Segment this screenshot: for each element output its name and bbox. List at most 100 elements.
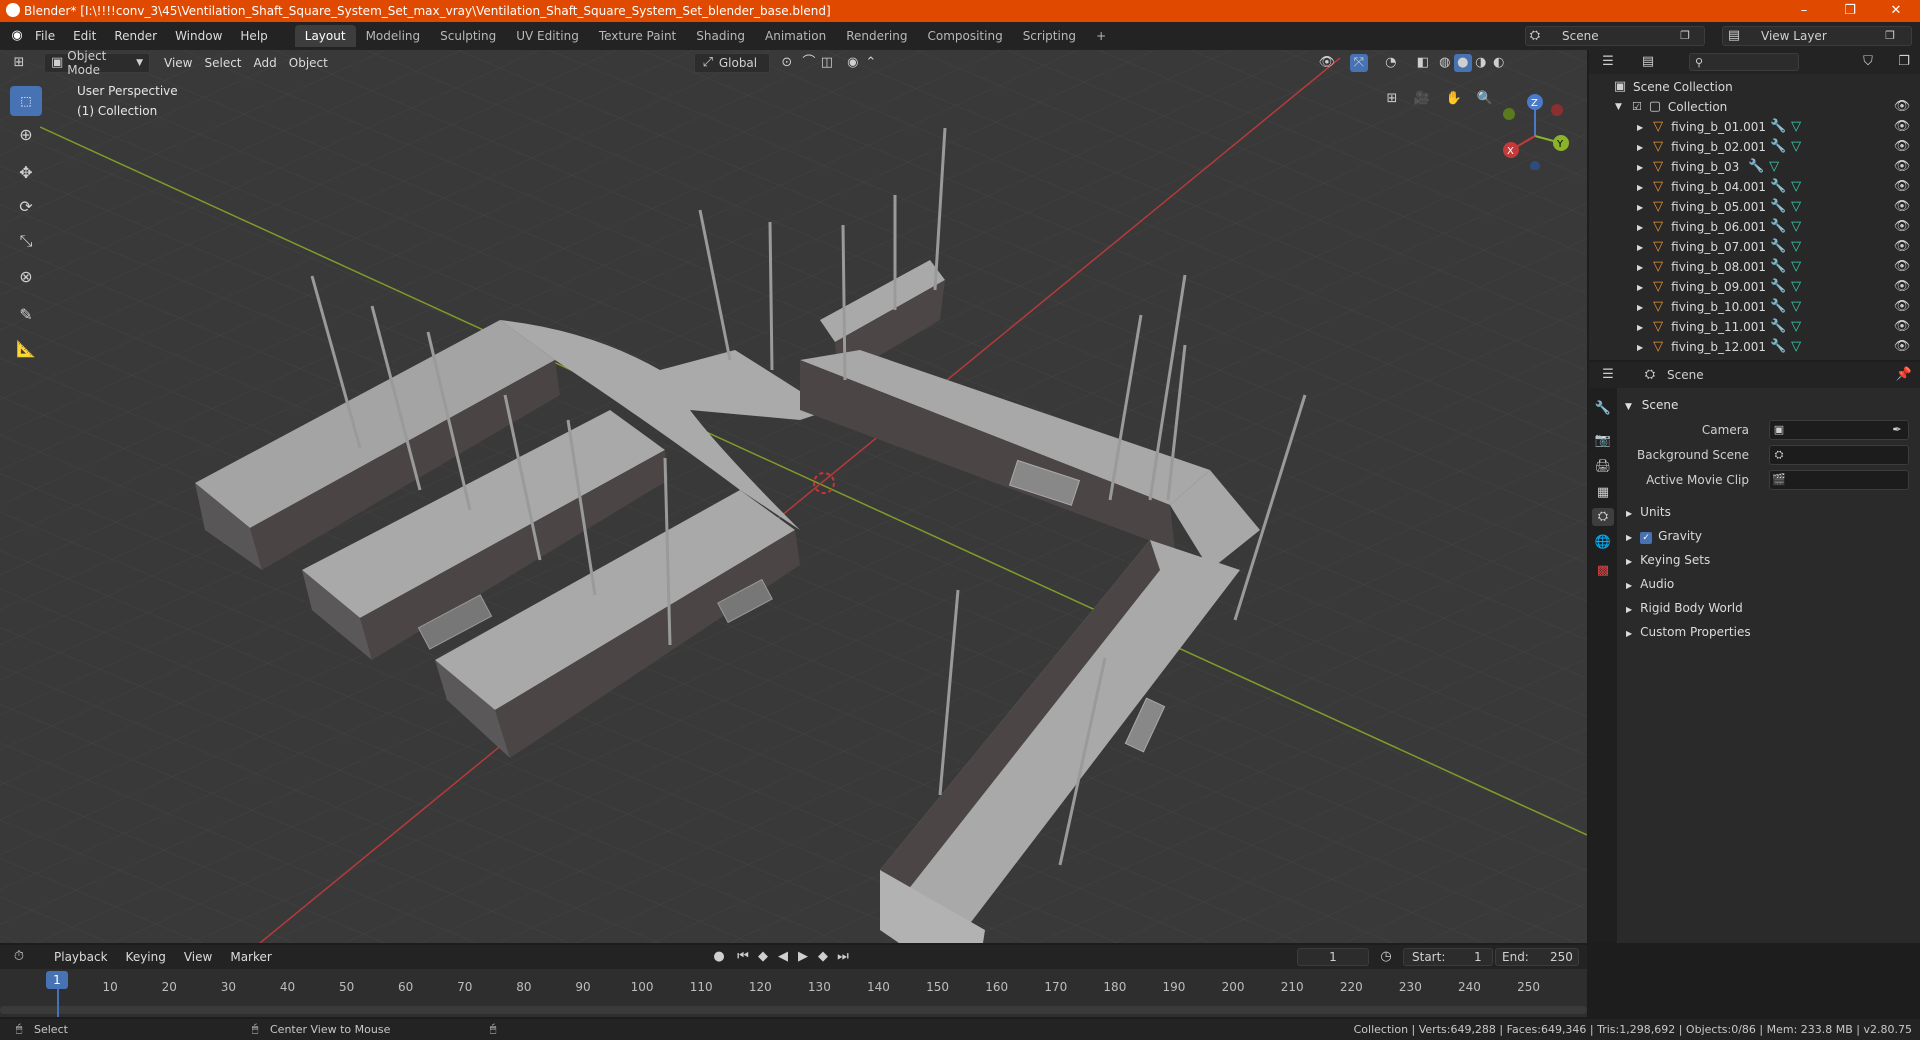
expand-arrow-icon[interactable]: ▶ [1637,203,1643,212]
xray-icon[interactable]: ◧ [1414,54,1432,72]
properties-section-keying-sets[interactable]: ▶ Keying Sets [1626,550,1710,570]
outliner-object-row[interactable]: ▶ ▽ fiving_b_07.001 🔧 ▽ 👁 [1589,237,1919,257]
properties-section-units[interactable]: ▶ Units [1626,502,1671,522]
toggle-grid-icon[interactable]: ⊞ [1383,90,1401,108]
expand-arrow-icon[interactable]: ▶ [1637,243,1643,252]
record-icon[interactable]: ● [710,948,728,966]
play-reverse-icon[interactable]: ◀ [774,948,792,966]
expand-arrow-icon[interactable]: ▶ [1637,343,1643,352]
display-mode-icon[interactable]: ▤ [1639,53,1657,71]
mesh-data-icon[interactable]: ▽ [1787,278,1805,296]
add-workspace-button[interactable]: + [1086,25,1116,47]
mesh-data-icon[interactable]: ▽ [1787,178,1805,196]
tab-rendering[interactable]: Rendering [836,25,917,47]
properties-section-gravity[interactable]: ▶ ✓ Gravity [1626,526,1702,546]
tool-tab-icon[interactable]: 🔧 [1594,400,1612,418]
playhead[interactable]: 1 [46,971,68,989]
outliner-object-row[interactable]: ▶ ▽ fiving_b_06.001 🔧 ▽ 👁 [1589,217,1919,237]
eye-icon[interactable]: 👁 [1893,138,1911,156]
tab-sculpting[interactable]: Sculpting [430,25,506,47]
properties-editor-icon[interactable]: ☰ [1599,366,1617,384]
eye-icon[interactable]: 👁 [1893,98,1911,116]
outliner-object-row[interactable]: ▶ ▽ fiving_b_02.001 🔧 ▽ 👁 [1589,137,1919,157]
editor-type-icon[interactable]: ⊞ [10,54,28,72]
viewport-menu-add[interactable]: Add [248,53,283,73]
modifier-wrench-icon[interactable]: 🔧 [1769,238,1787,256]
camera-field[interactable]: ▣ ✒ [1769,420,1909,440]
new-scene-icon[interactable]: ❐ [1676,27,1694,45]
eye-icon[interactable]: 👁 [1893,158,1911,176]
modifier-wrench-icon[interactable]: 🔧 [1769,338,1787,356]
modifier-wrench-icon[interactable]: 🔧 [1769,298,1787,316]
end-frame-field[interactable]: End: 250 [1495,948,1579,966]
tab-layout[interactable]: Layout [294,25,356,47]
menu-edit[interactable]: Edit [64,25,105,47]
expand-arrow-icon[interactable]: ▶ [1637,183,1643,192]
mesh-data-icon[interactable]: ▽ [1787,338,1805,356]
modifier-wrench-icon[interactable]: 🔧 [1769,258,1787,276]
eye-icon[interactable]: 👁 [1893,238,1911,256]
outliner-object-row[interactable]: ▶ ▽ fiving_b_03 🔧 ▽ 👁 [1589,157,1919,177]
expand-arrow-icon[interactable]: ▶ [1637,163,1643,172]
annotate-tool-icon[interactable]: ✎ [10,300,42,330]
prev-keyframe-icon[interactable]: ◆ [754,948,772,966]
rendered-shading-icon[interactable]: ◐ [1490,54,1508,72]
visibility-icon[interactable]: 👁 [1318,54,1336,72]
viewport-menu-select[interactable]: Select [198,53,247,73]
outliner-object-row[interactable]: ▶ ▽ fiving_b_12.001 🔧 ▽ 👁 [1589,337,1919,357]
properties-section-custom-properties[interactable]: ▶ Custom Properties [1626,622,1751,642]
play-icon[interactable]: ▶ [794,948,812,966]
snap-icon[interactable]: ⌒ [800,54,818,72]
wireframe-shading-icon[interactable]: ◍ [1436,54,1454,72]
scene-tab-icon[interactable]: ⛭ [1592,508,1614,526]
eye-icon[interactable]: 👁 [1893,218,1911,236]
overlay-toggle-icon[interactable]: ◔ [1382,54,1400,72]
expand-arrow-icon[interactable]: ▶ [1637,223,1643,232]
tab-modeling[interactable]: Modeling [356,25,431,47]
outliner-object-row[interactable]: ▶ ▽ fiving_b_01.001 🔧 ▽ 👁 [1589,117,1919,137]
tab-scripting[interactable]: Scripting [1013,25,1086,47]
scale-tool-icon[interactable]: ⤡ [10,226,42,256]
navigation-gizmo[interactable]: Z Y X [1495,90,1575,170]
menu-render[interactable]: Render [105,25,166,47]
tab-animation[interactable]: Animation [755,25,836,47]
modifier-wrench-icon[interactable]: 🔧 [1747,158,1765,176]
mesh-data-icon[interactable]: ▽ [1787,138,1805,156]
maximize-button[interactable]: ❐ [1827,0,1873,22]
mesh-data-icon[interactable]: ▽ [1787,238,1805,256]
snap-target-icon[interactable]: ◫ [818,54,836,72]
solid-shading-icon[interactable]: ● [1453,54,1472,72]
outliner-object-row[interactable]: ▶ ▽ fiving_b_04.001 🔧 ▽ 👁 [1589,177,1919,197]
outliner-scene-collection[interactable]: ▣ Scene Collection [1589,77,1919,97]
tab-compositing[interactable]: Compositing [917,25,1012,47]
rotate-tool-icon[interactable]: ⟳ [10,192,42,222]
timeline-scrollbar[interactable] [0,1006,1587,1014]
timeline-menu-playback[interactable]: Playback [48,947,114,967]
modifier-wrench-icon[interactable]: 🔧 [1769,198,1787,216]
eye-icon[interactable]: 👁 [1893,298,1911,316]
expand-arrow-icon[interactable]: ▶ [1637,123,1643,132]
viewport-3d[interactable]: ⊞ ▣ Object Mode ▼ View Select Add Object… [0,50,1587,943]
expand-arrow-icon[interactable]: ▼ [1615,102,1622,112]
menu-window[interactable]: Window [166,25,231,47]
move-tool-icon[interactable]: ✥ [10,158,42,188]
select-box-tool-icon[interactable]: ⬚ [10,86,42,116]
jump-end-icon[interactable]: ⏭ [834,948,852,966]
mesh-data-icon[interactable]: ▽ [1787,118,1805,136]
world-tab-icon[interactable]: 🌐 [1594,534,1612,552]
pin-icon[interactable]: 📌 [1895,366,1913,384]
outliner-object-row[interactable]: ▶ ▽ fiving_b_08.001 🔧 ▽ 👁 [1589,257,1919,277]
tab-shading[interactable]: Shading [686,25,755,47]
render-tab-icon[interactable]: 📷 [1594,432,1612,450]
outliner-object-row[interactable]: ▶ ▽ fiving_b_09.001 🔧 ▽ 👁 [1589,277,1919,297]
next-keyframe-icon[interactable]: ◆ [814,948,832,966]
new-view-layer-icon[interactable]: ❐ [1881,27,1899,45]
expand-arrow-icon[interactable]: ▶ [1637,283,1643,292]
texture-tab-icon[interactable]: ▩ [1594,562,1612,580]
falloff-icon[interactable]: ⌃ [862,54,880,72]
new-collection-icon[interactable]: ❐ [1895,53,1913,71]
camera-view-icon[interactable]: 🎥 [1413,90,1431,108]
measure-tool-icon[interactable]: 📐 [10,334,42,364]
filter-icon[interactable]: ⛉ [1859,53,1877,71]
view-layer-selector[interactable]: ▤ View Layer ❐ [1722,26,1912,46]
